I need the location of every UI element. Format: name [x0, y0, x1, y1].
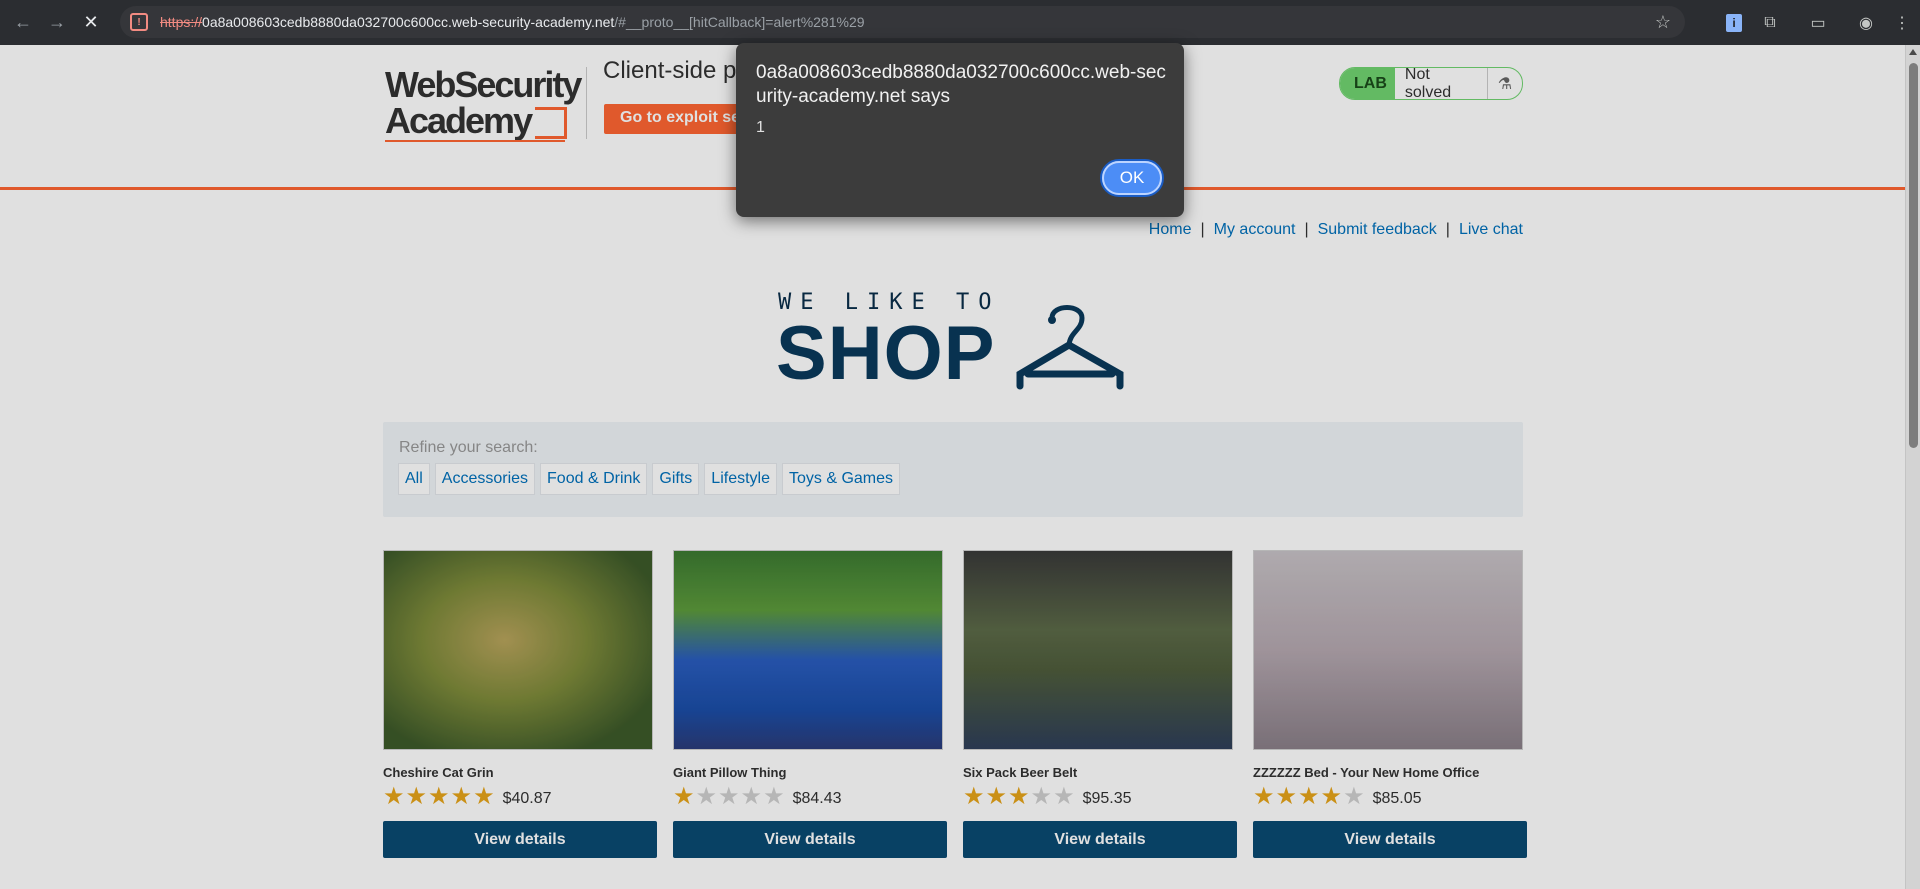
browser-toolbar: ← → ✕ ! https://0a8a008603cedb8880da0327…	[0, 0, 1920, 45]
back-arrow-icon[interactable]: ←	[6, 6, 40, 40]
media-cast-icon[interactable]: ▭	[1800, 5, 1836, 41]
accessibility-extension-icon[interactable]: i	[1716, 5, 1752, 41]
stop-icon[interactable]: ✕	[74, 6, 108, 40]
alert-message: 1	[756, 119, 765, 136]
ok-button[interactable]: OK	[1100, 159, 1164, 197]
extensions-puzzle-icon[interactable]: ⧉	[1752, 5, 1788, 41]
url-path: /#__proto__[hitCallback]=alert%281%29	[614, 14, 865, 30]
alert-title: 0a8a008603cedb8880da032700c600cc.web-sec…	[756, 62, 1166, 107]
more-icon[interactable]: ⋮	[1884, 5, 1920, 41]
url-scheme: https://	[160, 14, 203, 30]
profile-icon[interactable]: ◉	[1848, 5, 1884, 41]
star-icon[interactable]: ☆	[1655, 12, 1671, 33]
address-bar[interactable]: ! https://0a8a008603cedb8880da032700c600…	[120, 6, 1685, 38]
alert-dialog: 0a8a008603cedb8880da032700c600cc.web-sec…	[736, 43, 1184, 217]
warning-icon[interactable]: !	[130, 13, 148, 31]
url-text[interactable]: https://0a8a008603cedb8880da032700c600cc…	[160, 14, 865, 30]
url-host: 0a8a008603cedb8880da032700c600cc.web-sec…	[202, 14, 615, 30]
forward-arrow-icon[interactable]: →	[40, 6, 74, 40]
toolbar-actions: i ⧉ ▭ ◉ ⋮	[1716, 0, 1920, 45]
